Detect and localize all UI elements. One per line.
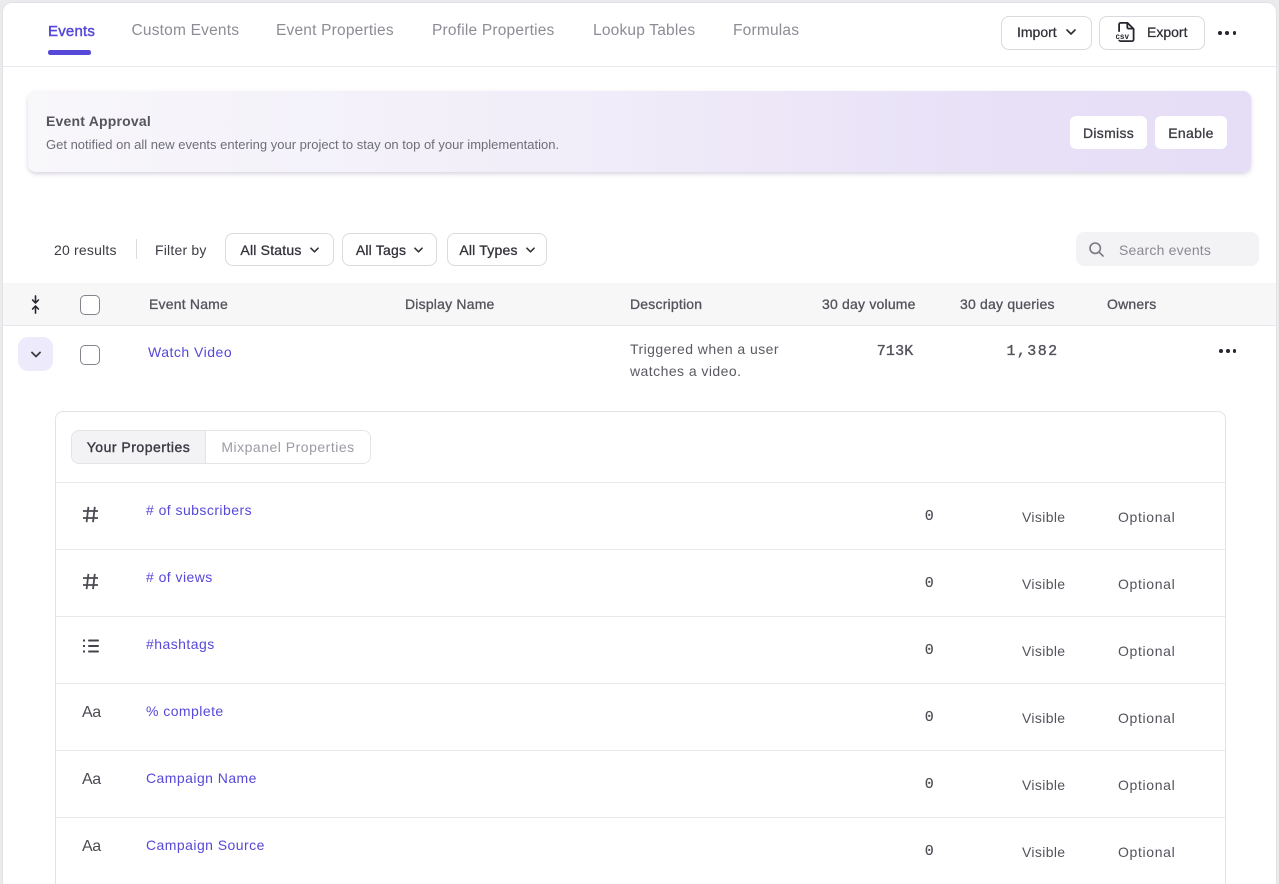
svg-text:csv: csv bbox=[1116, 31, 1130, 40]
